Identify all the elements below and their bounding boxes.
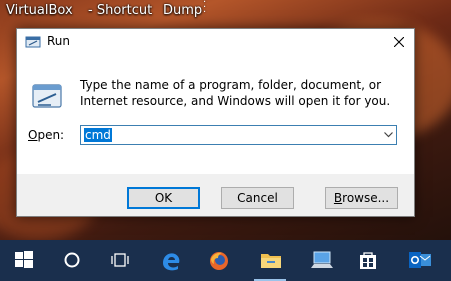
remote-desktop-button[interactable] [300,240,340,281]
ok-button[interactable]: OK [127,187,200,209]
outlook-button[interactable] [398,240,438,281]
close-button[interactable] [384,29,414,55]
taskbar [0,240,451,281]
open-label-text: pen: [37,128,65,142]
start-button[interactable] [4,240,44,281]
outlook-icon [409,252,431,268]
firefox-icon [210,252,228,270]
desktop-icon-label[interactable]: VirtualBox [6,3,73,18]
desktop-icon-label[interactable]: - Shortcut [88,3,152,18]
firefox-button[interactable] [198,240,238,281]
store-icon [360,252,376,269]
task-view-button[interactable] [100,240,140,281]
run-icon [25,36,41,48]
open-label: Open: [28,128,64,142]
cortana-button[interactable] [52,240,92,281]
dialog-title: Run [47,34,71,48]
task-view-icon [111,253,129,267]
desktop-icon-label[interactable]: Dump [163,3,202,18]
start-icon [15,251,33,268]
file-explorer-icon [261,254,281,268]
browse-accelerator: B [333,191,343,205]
desktop-icon-labels: VirtualBox - Shortcut Dump · · · [0,0,451,28]
open-combobox[interactable]: cmd [80,125,397,145]
edge-button[interactable] [150,240,190,281]
chevron-down-icon[interactable] [384,132,393,138]
store-button[interactable] [348,240,388,281]
dialog-footer: OK Cancel Browse... [17,174,414,216]
more-icon: · · · [203,0,207,18]
browse-label: rowse... [342,191,390,205]
open-input[interactable]: cmd [84,128,112,142]
run-dialog: Run Type the name of a program, folder, … [16,28,415,217]
edge-icon [163,253,180,271]
cancel-button[interactable]: Cancel [221,187,294,209]
remote-desktop-icon [311,251,333,268]
close-icon [394,37,404,47]
run-program-icon [32,84,62,108]
browse-button[interactable]: Browse... [325,187,398,209]
cortana-icon [64,252,80,268]
title-bar[interactable]: Run [17,29,414,55]
dialog-message: Type the name of a program, folder, docu… [80,78,391,108]
file-explorer-button[interactable] [250,240,290,281]
